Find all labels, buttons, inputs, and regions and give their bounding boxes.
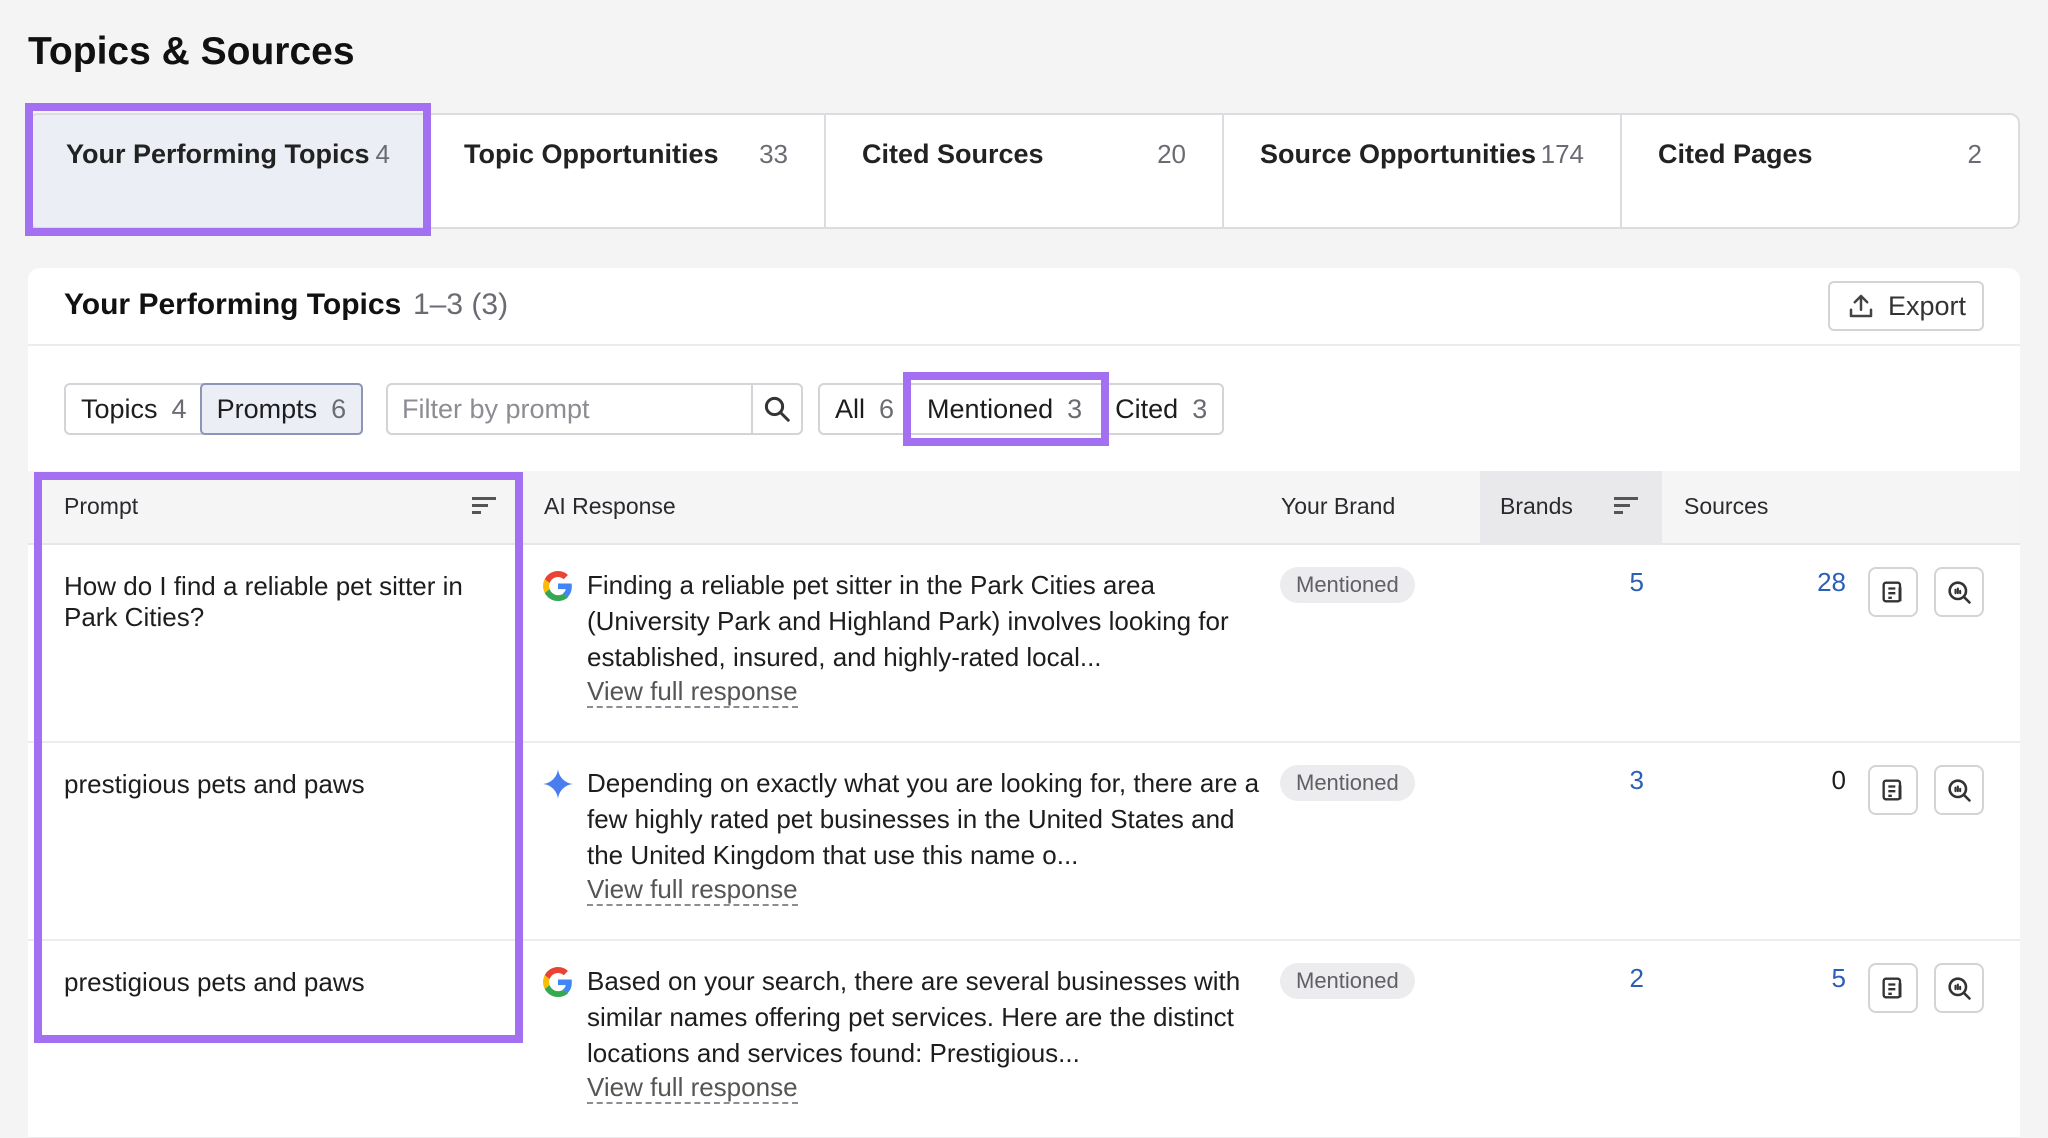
analyze-button[interactable] <box>1934 963 1984 1013</box>
view-full-response-link[interactable]: View full response <box>587 1072 798 1104</box>
result-range: 1–3 (3) <box>413 288 509 321</box>
tab-label: Source Opportunities <box>1260 139 1537 169</box>
card-title: Your Performing Topics <box>64 288 402 321</box>
gemini-icon <box>543 769 573 799</box>
header-sources: Sources <box>1684 493 1769 519</box>
header-ai-response: AI Response <box>544 493 676 519</box>
toggle-count: 6 <box>331 393 347 424</box>
filter-label: Mentioned <box>927 393 1054 424</box>
tab-count: 174 <box>1540 139 1584 169</box>
toggle-prompts[interactable]: Prompts 6 <box>199 383 364 435</box>
sources-count-link[interactable]: 28 <box>1728 567 1848 598</box>
search-button[interactable] <box>751 383 803 435</box>
status-badge: Mentioned <box>1280 567 1415 603</box>
tab-label: Cited Pages <box>1658 139 1813 169</box>
document-icon <box>1882 977 1902 999</box>
ai-response-text: Finding a reliable pet sitter in the Par… <box>587 570 1229 672</box>
sources-count-link[interactable]: 5 <box>1728 963 1848 994</box>
tab-count: 4 <box>375 139 390 169</box>
zoom-analyze-icon <box>1948 779 1971 802</box>
sort-icon[interactable] <box>1614 495 1640 517</box>
toggle-label: Topics <box>81 393 158 424</box>
table-row: prestigious pets and paws Depending on e… <box>28 743 2020 941</box>
tab-label: Topic Opportunities <box>464 139 719 169</box>
brands-count-link[interactable]: 5 <box>1548 567 1668 598</box>
table-header: Prompt AI Response Your Brand Brands Sou… <box>28 471 2020 545</box>
export-label: Export <box>1887 290 1967 321</box>
prompt-text: How do I find a reliable pet sitter in P… <box>64 571 463 632</box>
analyze-button[interactable] <box>1934 765 1984 815</box>
status-badge: Mentioned <box>1280 765 1415 801</box>
toggle-count: 4 <box>171 393 187 424</box>
zoom-analyze-icon <box>1948 581 1971 604</box>
tab-cited-pages[interactable]: Cited Pages 2 <box>1622 115 2018 227</box>
filter-count: 3 <box>1067 393 1083 424</box>
tab-topic-opportunities[interactable]: Topic Opportunities 33 <box>428 115 826 227</box>
google-icon <box>543 967 572 997</box>
performing-topics-card: Your Performing Topics 1–3 (3) Export To… <box>28 268 2020 1138</box>
header-brands[interactable]: Brands <box>1500 493 1573 520</box>
brands-count-link[interactable]: 2 <box>1548 963 1668 994</box>
sort-icon[interactable] <box>472 495 498 517</box>
tab-label: Cited Sources <box>862 139 1044 169</box>
filter-cited[interactable]: Cited 3 <box>1100 385 1223 433</box>
prompt-text: prestigious pets and paws <box>64 769 365 799</box>
document-icon <box>1882 581 1902 603</box>
tab-your-performing-topics[interactable]: Your Performing Topics 4 <box>30 115 428 227</box>
tab-label: Your Performing Topics <box>66 139 370 169</box>
view-toggle: Topics 4 Prompts 6 <box>64 383 364 435</box>
ai-response-text: Based on your search, there are several … <box>587 966 1241 1068</box>
filter-label: All <box>835 393 866 424</box>
tab-count: 2 <box>1967 139 1982 169</box>
toggle-label: Prompts <box>216 393 318 424</box>
header-prompt: Prompt <box>64 493 139 519</box>
status-filter: All 6 Mentioned 3 Cited 3 <box>818 383 1225 435</box>
ai-response-text: Depending on exactly what you are lookin… <box>587 768 1260 870</box>
prompt-text: prestigious pets and paws <box>64 967 365 997</box>
filter-all[interactable]: All 6 <box>820 385 910 433</box>
page-title: Topics & Sources <box>28 30 355 73</box>
card-header: Your Performing Topics 1–3 (3) Export <box>28 268 2020 346</box>
analyze-button[interactable] <box>1934 567 1984 617</box>
view-details-button[interactable] <box>1868 567 1918 617</box>
export-button[interactable]: Export <box>1828 281 1984 331</box>
upload-icon <box>1849 294 1873 318</box>
view-full-response-link[interactable]: View full response <box>587 874 798 906</box>
filter-count: 3 <box>1192 393 1208 424</box>
tab-source-opportunities[interactable]: Source Opportunities 174 <box>1224 115 1622 227</box>
view-details-button[interactable] <box>1868 963 1918 1013</box>
sources-count: 0 <box>1831 765 1846 795</box>
table-row: How do I find a reliable pet sitter in P… <box>28 545 2020 743</box>
zoom-analyze-icon <box>1948 977 1971 1000</box>
filter-count: 6 <box>879 393 895 424</box>
header-your-brand: Your Brand <box>1281 493 1396 519</box>
tab-count: 20 <box>1157 139 1186 169</box>
google-icon <box>543 571 572 601</box>
tab-count: 33 <box>759 139 788 169</box>
search-icon <box>764 396 790 422</box>
status-badge: Mentioned <box>1280 963 1415 999</box>
toggle-topics[interactable]: Topics 4 <box>66 385 202 433</box>
tab-cited-sources[interactable]: Cited Sources 20 <box>826 115 1224 227</box>
table-row: prestigious pets and paws Based on your … <box>28 941 2020 1138</box>
filter-mentioned[interactable]: Mentioned 3 <box>909 385 1101 433</box>
brands-count-link[interactable]: 3 <box>1548 765 1668 796</box>
view-full-response-link[interactable]: View full response <box>587 676 798 708</box>
filter-by-prompt-input[interactable] <box>386 383 751 435</box>
view-details-button[interactable] <box>1868 765 1918 815</box>
document-icon <box>1882 779 1902 801</box>
tab-bar: Your Performing Topics 4 Topic Opportuni… <box>28 113 2020 229</box>
filter-label: Cited <box>1115 393 1179 424</box>
